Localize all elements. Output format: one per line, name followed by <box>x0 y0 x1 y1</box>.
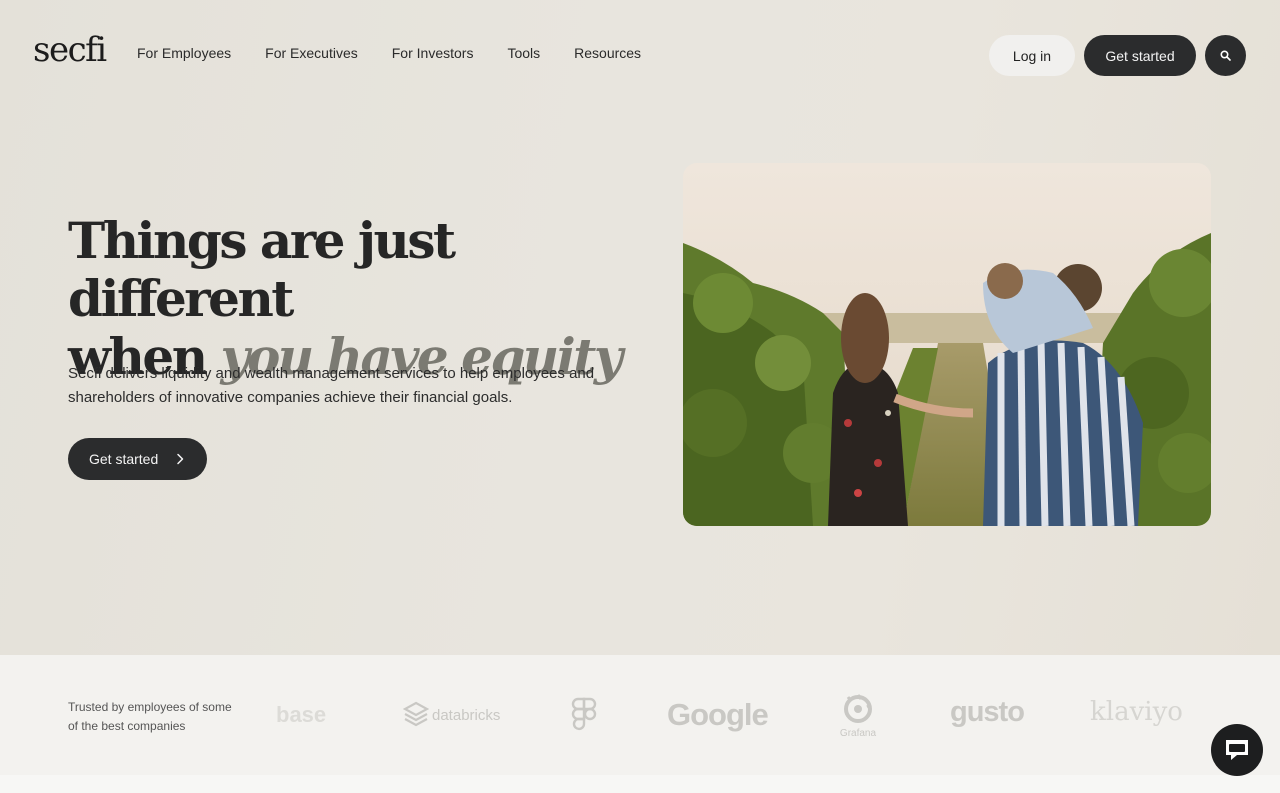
databricks-logo: databricks <box>403 701 500 729</box>
nav-resources[interactable]: Resources <box>574 45 641 61</box>
nav-for-employees[interactable]: For Employees <box>137 45 231 61</box>
hero-cta-label: Get started <box>89 451 159 467</box>
chevron-right-icon <box>177 453 184 465</box>
chat-bubble-icon <box>1226 740 1248 760</box>
secfi-logo[interactable]: secfi <box>33 30 107 70</box>
figma-icon <box>571 697 597 731</box>
get-started-nav-button[interactable]: Get started <box>1084 35 1196 76</box>
search-button[interactable] <box>1205 35 1246 76</box>
headline-line-1: Things are just different <box>68 211 456 328</box>
login-button[interactable]: Log in <box>989 35 1075 76</box>
main-nav: For Employees For Executives For Investo… <box>137 45 641 61</box>
hero-get-started-button[interactable]: Get started <box>68 438 207 480</box>
grafana-logo: Grafana <box>835 693 881 739</box>
databricks-wordmark: databricks <box>432 706 501 724</box>
figma-logo <box>571 697 597 738</box>
hero-subtext: Secfi delivers liquidity and wealth mana… <box>68 365 595 406</box>
nav-for-investors[interactable]: For Investors <box>392 45 474 61</box>
nav-tools[interactable]: Tools <box>507 45 540 61</box>
grafana-icon <box>844 694 872 723</box>
coinbase-logo: base <box>276 702 327 727</box>
nav-for-executives[interactable]: For Executives <box>265 45 358 61</box>
grafana-wordmark: Grafana <box>839 728 877 739</box>
hero-photo <box>683 163 1211 526</box>
google-logo: Google <box>667 697 769 732</box>
hero-headline: Things are just different when you have … <box>68 212 628 386</box>
gusto-logo: gusto <box>950 696 1025 728</box>
search-icon <box>1220 50 1231 61</box>
chat-button[interactable] <box>1211 724 1263 776</box>
klaviyo-logo: klaviyo <box>1090 697 1183 727</box>
strip-footer-edge <box>0 775 1280 793</box>
trusted-by-text: Trusted by employees of some of the best… <box>68 700 232 733</box>
databricks-icon <box>403 701 429 727</box>
